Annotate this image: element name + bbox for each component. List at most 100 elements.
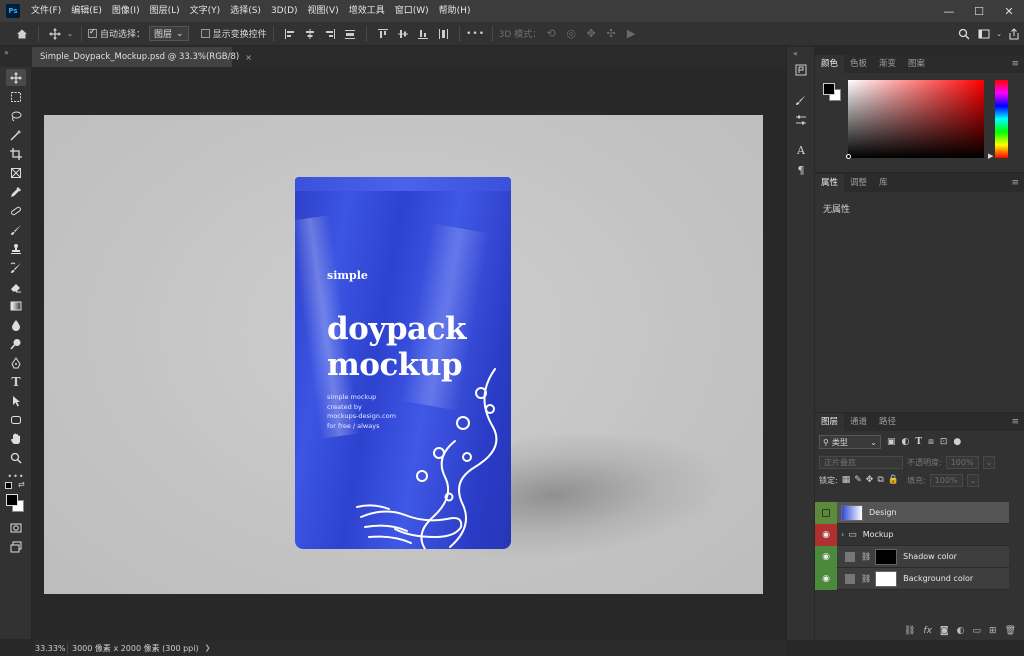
new-layer-icon[interactable]: ⊞ xyxy=(989,626,997,636)
align-hcenter-icon[interactable] xyxy=(300,24,320,44)
menu-plugins[interactable]: 增效工具 xyxy=(344,0,390,22)
tab-channels[interactable]: 通道 xyxy=(844,413,873,431)
quick-mask-icon[interactable] xyxy=(6,519,26,536)
filter-adjustment-icon[interactable]: ◐ xyxy=(902,437,910,447)
layer-row-shadow-color[interactable]: ◉ ⛓ Shadow color xyxy=(815,545,1009,568)
maximize-button[interactable]: ☐ xyxy=(964,0,994,22)
tab-gradients[interactable]: 渐变 xyxy=(873,55,902,73)
lock-position-icon[interactable]: ✥ xyxy=(866,475,874,485)
blur-icon[interactable] xyxy=(6,316,26,333)
history-brush-icon[interactable] xyxy=(6,259,26,276)
menu-image[interactable]: 图像(I) xyxy=(107,0,145,22)
chevron-down-icon[interactable]: ⌄ xyxy=(994,24,1004,44)
tab-libraries[interactable]: 库 xyxy=(873,174,894,192)
healing-icon[interactable] xyxy=(6,202,26,219)
filter-pixel-icon[interactable]: ▣ xyxy=(887,437,896,447)
layer-visibility-toggle[interactable] xyxy=(815,501,837,524)
screen-mode-icon[interactable] xyxy=(6,538,26,555)
menu-file[interactable]: 文件(F) xyxy=(26,0,66,22)
align-bottom-icon[interactable] xyxy=(413,24,433,44)
filter-type-icon[interactable]: T xyxy=(915,437,922,447)
fill-field[interactable]: 100% xyxy=(929,473,963,487)
zoom-icon[interactable] xyxy=(6,449,26,466)
panel-menu-icon[interactable]: ≡ xyxy=(1011,417,1019,427)
close-tab-icon[interactable]: × xyxy=(245,53,252,62)
brush-settings-panel-icon[interactable] xyxy=(792,91,810,109)
align-top-icon[interactable] xyxy=(373,24,393,44)
delete-layer-icon[interactable]: 🗑 xyxy=(1005,626,1016,636)
share-icon[interactable] xyxy=(1004,24,1024,44)
swap-colors-icon[interactable]: ⇄ xyxy=(18,480,25,489)
lock-image-icon[interactable]: ✎ xyxy=(854,475,862,485)
move-tool-preset-icon[interactable] xyxy=(45,24,65,44)
tab-properties[interactable]: 属性 xyxy=(815,174,845,192)
collapse-dock-icon[interactable]: « xyxy=(793,49,798,58)
workspace-icon[interactable] xyxy=(974,24,994,44)
layer-row-mockup[interactable]: ◉ › ▭ Mockup xyxy=(815,523,1009,546)
more-options-icon[interactable]: ••• xyxy=(466,24,486,44)
new-group-icon[interactable]: ▭ xyxy=(973,626,982,636)
document-canvas[interactable]: simple doypack mockup simple mockup crea… xyxy=(44,115,763,594)
brush-icon[interactable] xyxy=(6,221,26,238)
eye-icon[interactable]: ◉ xyxy=(815,545,837,568)
panel-menu-icon[interactable]: ≡ xyxy=(1011,178,1019,188)
show-transform-checkbox[interactable]: 显示变换控件 xyxy=(200,27,267,40)
opacity-field[interactable]: 100% xyxy=(945,455,979,469)
foreground-color-swatch[interactable] xyxy=(6,494,18,506)
tab-paths[interactable]: 路径 xyxy=(873,413,902,431)
menu-window[interactable]: 窗口(W) xyxy=(390,0,434,22)
blend-mode-dropdown[interactable]: 正片叠底 xyxy=(819,455,903,469)
home-icon[interactable] xyxy=(12,24,32,44)
eyedropper-icon[interactable] xyxy=(6,183,26,200)
move-icon[interactable] xyxy=(6,69,26,86)
character-panel-icon[interactable]: A xyxy=(792,141,810,159)
hue-slider[interactable] xyxy=(995,80,1008,158)
tab-layers[interactable]: 图层 xyxy=(815,413,845,431)
document-info[interactable]: 3000 像素 x 2000 像素 (300 ppi) xyxy=(67,642,199,654)
tab-adjustments[interactable]: 调整 xyxy=(844,174,873,192)
distribute-icon[interactable] xyxy=(340,24,360,44)
fx-icon[interactable]: fx xyxy=(923,626,932,636)
hand-icon[interactable] xyxy=(6,430,26,447)
dodge-icon[interactable] xyxy=(6,335,26,352)
tab-swatches[interactable]: 色板 xyxy=(844,55,873,73)
align-left-icon[interactable] xyxy=(280,24,300,44)
align-right-icon[interactable] xyxy=(320,24,340,44)
stamp-icon[interactable] xyxy=(6,240,26,257)
marquee-icon[interactable] xyxy=(6,88,26,105)
lock-all-icon[interactable]: 🔒 xyxy=(888,475,899,485)
chevron-down-icon[interactable]: ⌄ xyxy=(65,24,75,44)
layer-filter-dropdown[interactable]: ⚲ 类型 ⌄ xyxy=(819,435,881,449)
menu-view[interactable]: 视图(V) xyxy=(303,0,344,22)
add-mask-icon[interactable]: ◙ xyxy=(940,626,949,636)
default-colors-icon[interactable] xyxy=(5,482,12,489)
adjustments-panel-icon[interactable] xyxy=(792,111,810,129)
align-vcenter-icon[interactable] xyxy=(393,24,413,44)
status-menu-arrow-icon[interactable]: ❯ xyxy=(205,644,211,652)
color-picker-field[interactable] xyxy=(848,80,984,158)
layer-row-design[interactable]: Design xyxy=(815,501,1009,524)
zoom-level-field[interactable]: 33.33% xyxy=(33,644,67,653)
history-panel-icon[interactable] xyxy=(792,61,810,79)
layer-row-background-color[interactable]: ◉ ⛓ Background color xyxy=(815,567,1009,590)
menu-layer[interactable]: 图层(L) xyxy=(145,0,185,22)
tab-patterns[interactable]: 图案 xyxy=(902,55,931,73)
gradient-icon[interactable] xyxy=(6,297,26,314)
menu-select[interactable]: 选择(S) xyxy=(225,0,266,22)
checkbox-unchecked-icon[interactable] xyxy=(200,29,210,38)
menu-3d[interactable]: 3D(D) xyxy=(266,0,303,22)
eye-icon[interactable]: ◉ xyxy=(815,523,837,546)
auto-select-checkbox[interactable]: 自动选择： xyxy=(88,27,145,40)
filter-shape-icon[interactable]: ⧈ xyxy=(928,437,934,447)
link-layers-icon[interactable]: ⛓ xyxy=(904,626,915,636)
frame-icon[interactable] xyxy=(6,164,26,181)
expand-group-chevron-icon[interactable]: › xyxy=(841,530,844,539)
pen-icon[interactable] xyxy=(6,354,26,371)
eye-icon[interactable]: ◉ xyxy=(815,567,837,590)
foreground-color-swatch[interactable] xyxy=(823,83,835,95)
collapse-panel-icon[interactable]: » xyxy=(4,48,9,57)
new-adjustment-icon[interactable]: ◐ xyxy=(957,626,965,636)
auto-select-target-dropdown[interactable]: 图层 ⌄ xyxy=(149,26,189,41)
magic-wand-icon[interactable] xyxy=(6,126,26,143)
lock-artboard-icon[interactable]: ⧉ xyxy=(877,475,883,485)
